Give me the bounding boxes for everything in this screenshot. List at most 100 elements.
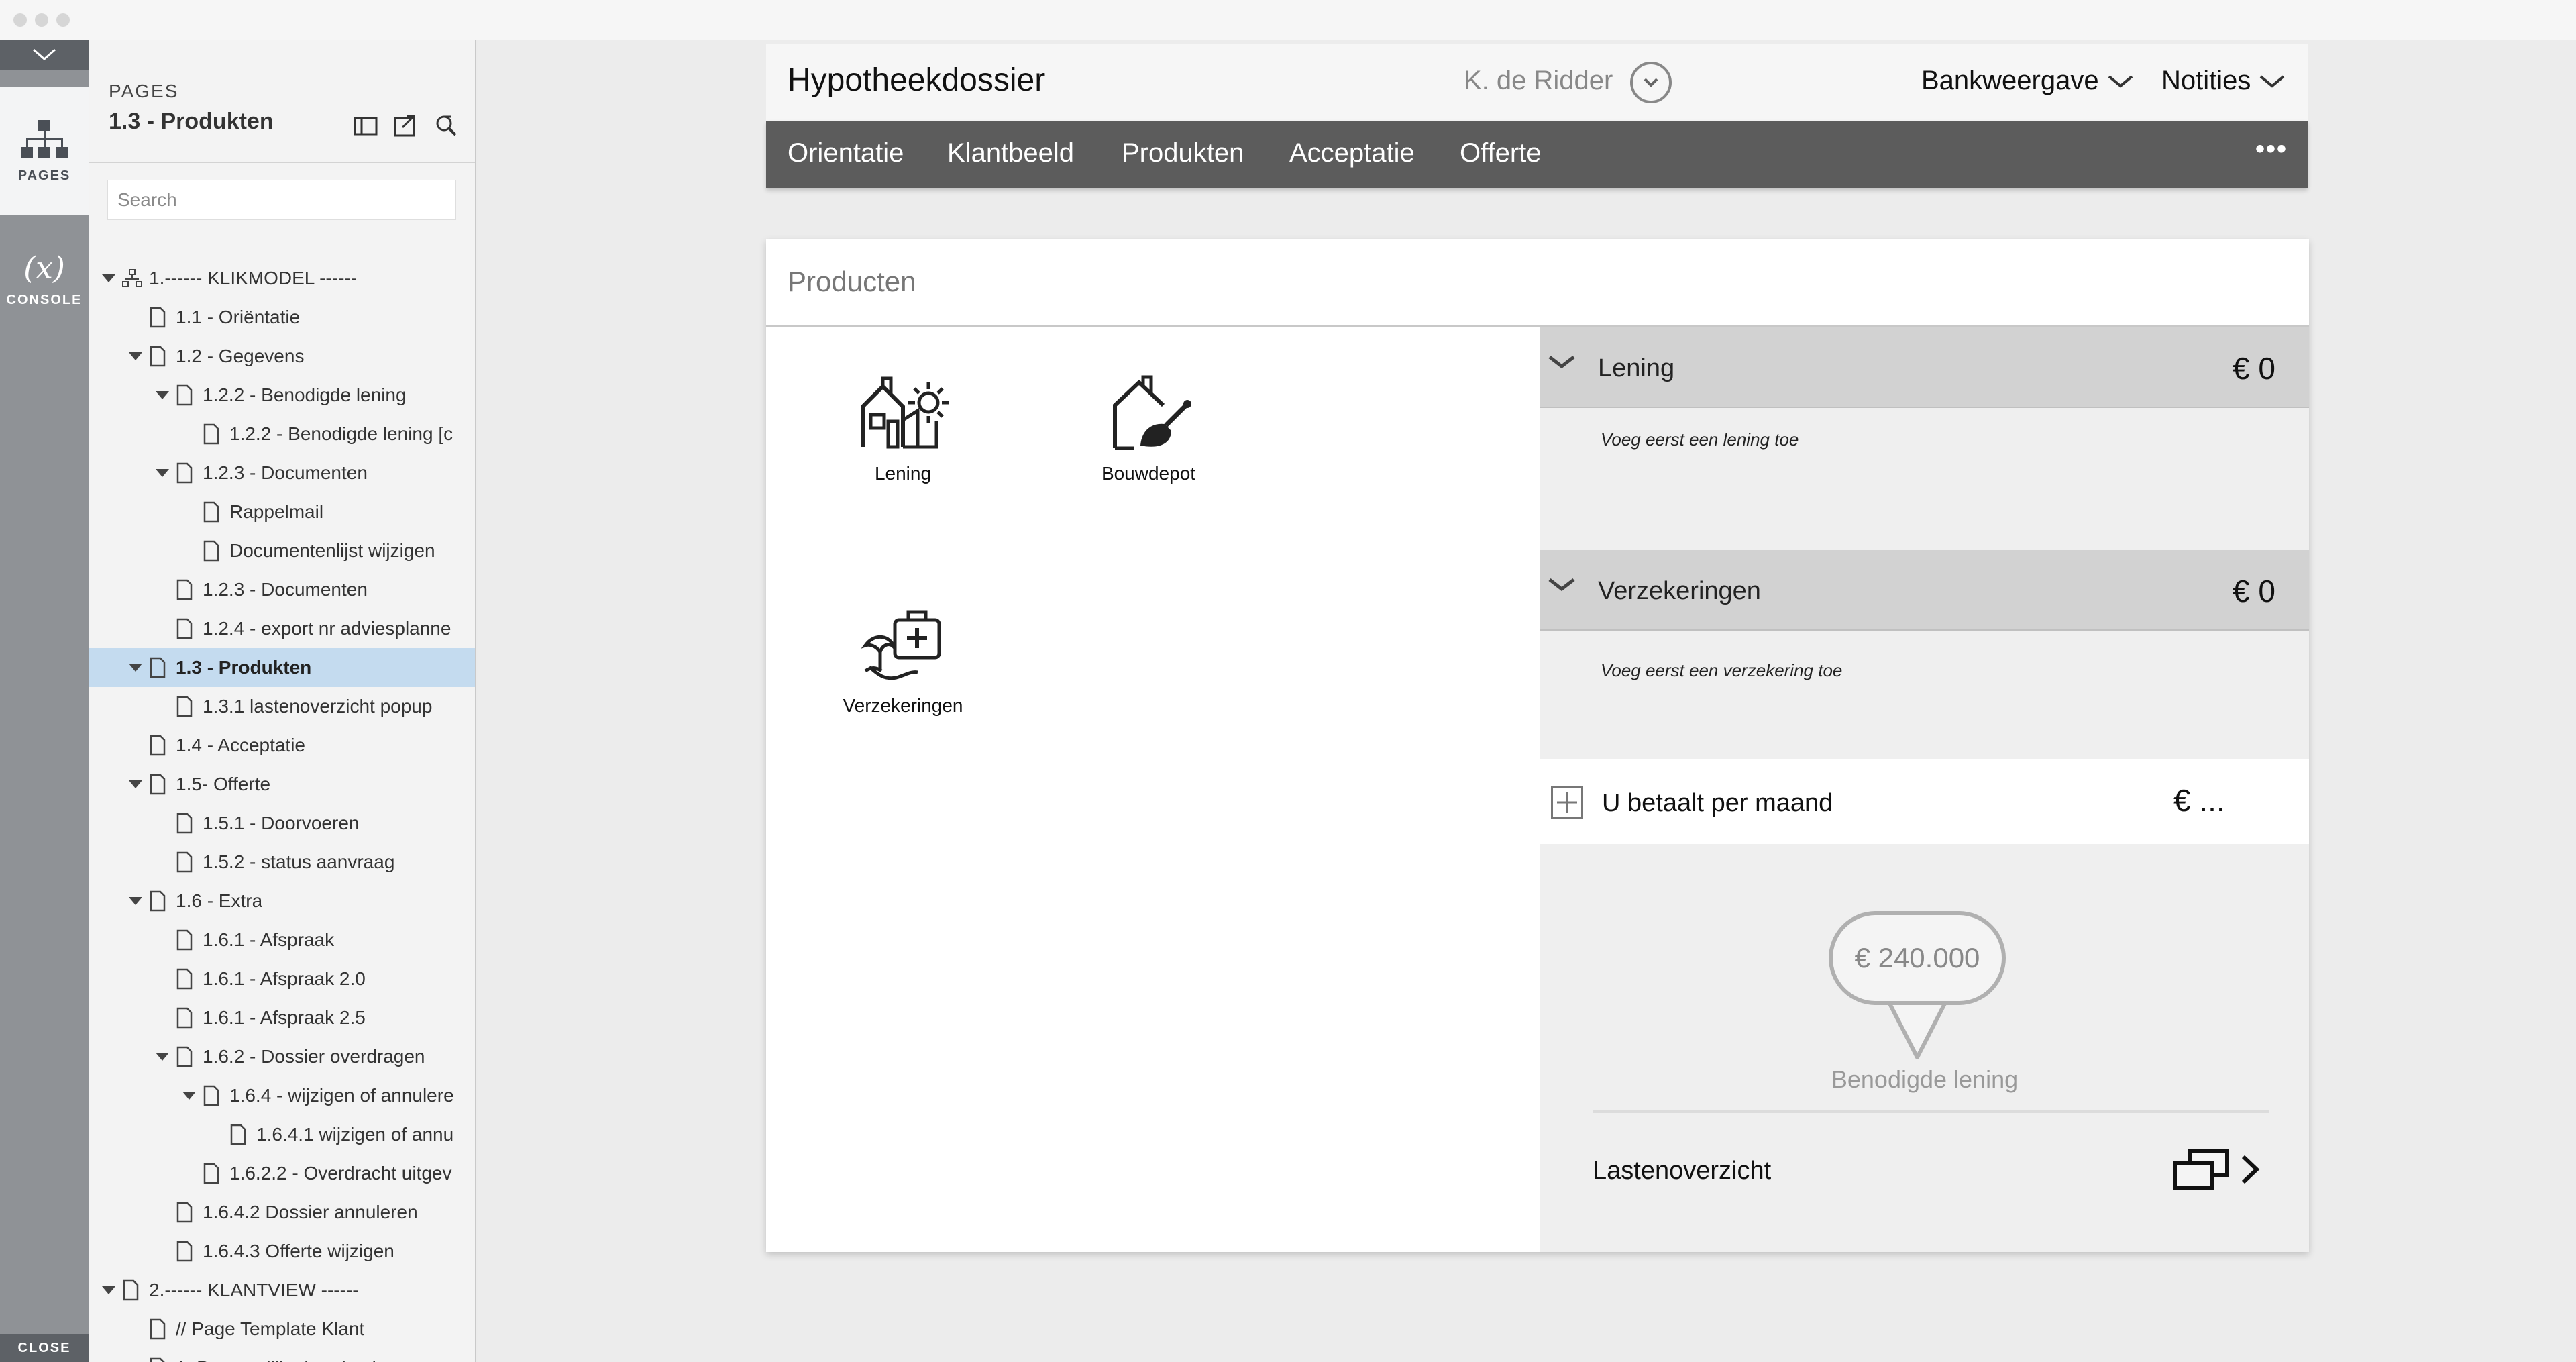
tree-item[interactable]: 1.3 - Produkten [89,648,475,687]
pages-tool-button[interactable]: PAGES [0,87,89,215]
caret-down-icon[interactable] [122,780,149,789]
pages-panel-caption: PAGES [109,81,179,101]
current-page-title: 1.3 - Produkten [109,109,274,134]
page-icon [176,851,203,873]
close-panel-button[interactable]: CLOSE [0,1334,89,1362]
tab-produkten[interactable]: Produkten [1122,138,1244,168]
expand-plus-icon[interactable] [1551,786,1583,819]
export-page-icon[interactable] [393,113,419,138]
user-menu-button[interactable] [1630,62,1672,103]
tree-item[interactable]: // Page Template Klant [89,1310,475,1349]
tree-item[interactable]: 1.6.4.2 Dossier annuleren [89,1193,475,1232]
page-icon [149,1318,176,1340]
tab-offerte[interactable]: Offerte [1460,138,1542,168]
tree-item-label: 1. Persoonlijke berekening [176,1357,397,1362]
tree-item-label: 1.2.4 - export nr adviesplanne [203,618,451,639]
tree-item[interactable]: 1.1 - Oriëntatie [89,298,475,337]
pages-search-input[interactable] [107,180,456,220]
page-icon [176,1202,203,1223]
sitemap-icon [122,268,149,289]
pages-panel-header: PAGES 1.3 - Produkten [109,81,274,135]
loan-amount-label: Benodigde lening [1831,1065,2019,1093]
monthly-payment-row[interactable]: U betaalt per maand € ... [1540,759,2309,844]
tree-item[interactable]: 1.6.4.3 Offerte wijzigen [89,1232,475,1271]
lening-accordion[interactable]: Lening € 0 [1540,327,2309,408]
console-tool-button[interactable]: (x) CONSOLE [0,221,89,335]
verzekeringen-accordion[interactable]: Verzekeringen € 0 [1540,550,2309,631]
page-icon [149,774,176,795]
tree-item-label: 1.2 - Gegevens [176,346,305,366]
more-menu-button[interactable]: ••• [2255,134,2288,164]
tree-item-label: 1.6.1 - Afspraak 2.0 [203,968,366,989]
page-icon [203,540,229,562]
notes-menu-dropdown[interactable]: Notities [2161,66,2286,96]
lening-empty-hint: Voeg eerst een lening toe [1601,429,1799,450]
window-zoom-dot[interactable] [56,13,70,27]
tree-item[interactable]: Documentenlijst wijzigen [89,531,475,570]
verzekeringen-accordion-label: Verzekeringen [1598,577,1761,605]
tree-item[interactable]: 1.2.2 - Benodigde lening [89,376,475,415]
tab-orientatie[interactable]: Orientatie [788,138,904,168]
view-menu-dropdown[interactable]: Bankweergave [1921,66,2134,96]
find-page-icon[interactable] [433,113,459,138]
tree-item[interactable]: 1.2.2 - Benodigde lening [c [89,415,475,454]
page-icon [149,1357,176,1362]
tree-item-label: 2.------ KLANTVIEW ------ [149,1279,359,1300]
tree-item[interactable]: 1.6.4.1 wijzigen of annu [89,1115,475,1154]
tree-item[interactable]: 1.6.1 - Afspraak 2.0 [89,959,475,998]
tree-item[interactable]: 1.2.3 - Documenten [89,570,475,609]
tree-item[interactable]: 1.5.2 - status aanvraag [89,843,475,882]
tree-item[interactable]: 1.2.3 - Documenten [89,454,475,492]
tree-item-label: 1.5.2 - status aanvraag [203,851,395,872]
tree-item[interactable]: 1. Persoonlijke berekening [89,1349,475,1362]
tree-item[interactable]: 1.5.1 - Doorvoeren [89,804,475,843]
product-lening[interactable]: Lening [816,366,990,484]
tree-item[interactable]: 1.4 - Acceptatie [89,726,475,765]
house-sun-icon [861,376,949,449]
tree-item[interactable]: 2.------ KLANTVIEW ------ [89,1271,475,1310]
caret-down-icon[interactable] [149,468,176,478]
tree-item[interactable]: 1.6 - Extra [89,882,475,921]
chevron-right-icon[interactable] [2239,1154,2261,1185]
caret-down-icon[interactable] [122,663,149,672]
tree-item[interactable]: 1.6.1 - Afspraak [89,921,475,959]
tree-item[interactable]: 1.2.4 - export nr adviesplanne [89,609,475,648]
page-icon [229,1124,256,1145]
tree-item[interactable]: Rappelmail [89,492,475,531]
products-summary: Lening € 0 Voeg eerst een lening toe Ver… [1540,327,2309,1252]
product-verzekeringen[interactable]: Verzekeringen [816,598,990,717]
tree-item[interactable]: 1.3.1 lastenoverzicht popup [89,687,475,726]
page-icon [176,1241,203,1262]
panel-divider [89,162,475,163]
tree-item[interactable]: 1.6.2.2 - Overdracht uitgev [89,1154,475,1193]
caret-down-icon[interactable] [149,390,176,400]
tab-klantbeeld[interactable]: Klantbeeld [947,138,1074,168]
add-page-icon[interactable] [353,113,378,138]
window-minimize-dot[interactable] [35,13,48,27]
caret-down-icon[interactable] [176,1091,203,1100]
chevron-down-icon [1548,578,1575,592]
caret-down-icon[interactable] [122,896,149,906]
tab-acceptatie[interactable]: Acceptatie [1289,138,1415,168]
tree-item[interactable]: 1.------ KLIKMODEL ------ [89,259,475,298]
page-icon [176,1046,203,1067]
monthly-payment-label: U betaalt per maand [1602,789,1833,817]
tree-item[interactable]: 1.6.4 - wijzigen of annulere [89,1076,475,1115]
tree-item-label: 1.6.4.2 Dossier annuleren [203,1202,418,1222]
windows-stack-icon[interactable] [2171,1146,2231,1193]
collapse-toolbar-button[interactable] [0,40,89,70]
tree-item-label: 1.6.2 - Dossier overdragen [203,1046,425,1067]
tree-item[interactable]: 1.2 - Gegevens [89,337,475,376]
window-close-dot[interactable] [13,13,27,27]
caret-down-icon[interactable] [122,352,149,361]
tree-item-label: 1.3 - Produkten [176,657,312,678]
chevron-down-icon [33,48,56,60]
product-bouwdepot[interactable]: Bouwdepot [1061,366,1236,484]
tree-item[interactable]: 1.6.1 - Afspraak 2.5 [89,998,475,1037]
tree-item[interactable]: 1.5- Offerte [89,765,475,804]
house-trowel-icon [1113,375,1191,450]
caret-down-icon[interactable] [149,1052,176,1061]
tree-item[interactable]: 1.6.2 - Dossier overdragen [89,1037,475,1076]
caret-down-icon[interactable] [95,274,122,283]
caret-down-icon[interactable] [95,1286,122,1295]
